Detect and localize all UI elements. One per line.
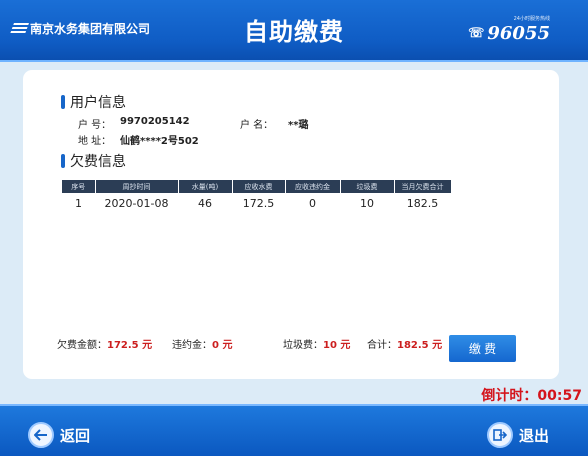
total-amount: 合计：182.5 元 xyxy=(367,336,442,351)
back-button[interactable]: 返回 xyxy=(28,422,90,448)
user-info-title: 用户信息 xyxy=(70,95,126,111)
table-cell: 46 xyxy=(198,196,212,210)
column-header: 水量(吨) xyxy=(178,180,233,193)
name-value: **璐 xyxy=(288,120,309,131)
account-value: 9970205142 xyxy=(120,116,190,127)
section-marker xyxy=(61,154,65,168)
section-marker xyxy=(61,95,65,109)
garbage-fee-label: 垃圾费： xyxy=(283,340,323,351)
phone-icon: ☏ xyxy=(468,26,485,41)
back-arrow-icon xyxy=(28,422,54,448)
service-hotline: 24小时服务热线 ☏ 96055 xyxy=(468,15,550,44)
table-row: 1 2020-01-08 46 172.5 0 10 182.5 xyxy=(62,193,451,213)
footer-bar: 返回 退出 xyxy=(0,404,588,456)
total-label: 合计： xyxy=(367,340,397,351)
arrears-amount-value: 172.5 元 xyxy=(107,340,153,351)
hotline-caption: 24小时服务热线 xyxy=(513,16,550,22)
address-value: 仙鹤****2号502 xyxy=(120,136,199,147)
countdown-timer: 倒计时：00:57 xyxy=(481,385,582,405)
column-header: 应收违约金 xyxy=(285,180,341,193)
table-cell: 172.5 xyxy=(242,196,275,210)
table-cell: 182.5 xyxy=(406,196,439,210)
arrears-table: 序号 周抄时间 水量(吨) 应收水费 应收违约金 垃圾费 当月欠费合计 1 20… xyxy=(62,180,452,213)
table-cell: 0 xyxy=(309,196,316,210)
exit-button[interactable]: 退出 xyxy=(487,422,549,448)
exit-label: 退出 xyxy=(519,426,550,445)
account-label: 户 号： xyxy=(78,120,112,131)
column-header: 周抄时间 xyxy=(95,180,179,193)
total-value: 182.5 元 xyxy=(397,340,443,351)
column-header: 应收水费 xyxy=(232,180,286,193)
penalty-label: 违约金： xyxy=(172,340,212,351)
name-label: 户 名： xyxy=(240,120,274,131)
arrears-heading: 欠费信息 xyxy=(61,151,126,171)
column-header: 垃圾费 xyxy=(340,180,395,193)
garbage-fee: 垃圾费：10 元 xyxy=(283,336,350,351)
arrears-amount: 欠费金额：172.5 元 xyxy=(57,336,152,351)
table-header-row: 序号 周抄时间 水量(吨) 应收水费 应收违约金 垃圾费 当月欠费合计 xyxy=(62,180,452,193)
user-info-heading: 用户信息 xyxy=(61,92,126,112)
garbage-fee-value: 10 元 xyxy=(323,340,351,351)
arrears-amount-label: 欠费金额： xyxy=(57,340,107,351)
column-header: 当月欠费合计 xyxy=(394,180,452,193)
exit-icon xyxy=(487,422,513,448)
column-header: 序号 xyxy=(62,180,96,193)
penalty-amount: 违约金：0 元 xyxy=(172,336,232,351)
countdown-value: 00:57 xyxy=(537,388,582,404)
address-label: 地 址： xyxy=(78,136,112,147)
arrears-title: 欠费信息 xyxy=(70,154,126,170)
table-cell: 1 xyxy=(75,196,82,210)
back-label: 返回 xyxy=(60,426,91,445)
penalty-value: 0 元 xyxy=(212,340,233,351)
table-cell: 2020-01-08 xyxy=(104,196,169,210)
pay-button[interactable]: 缴 费 xyxy=(449,335,516,362)
header-bar: 南京水务集团有限公司 自助缴费 24小时服务热线 ☏ 96055 xyxy=(0,0,588,62)
hotline-number: 96055 xyxy=(487,23,550,44)
payment-card: 用户信息 户 号： 9970205142 户 名： **璐 地 址： 仙鹤***… xyxy=(23,70,559,379)
countdown-label: 倒计时： xyxy=(481,388,538,404)
table-cell: 10 xyxy=(360,196,374,210)
